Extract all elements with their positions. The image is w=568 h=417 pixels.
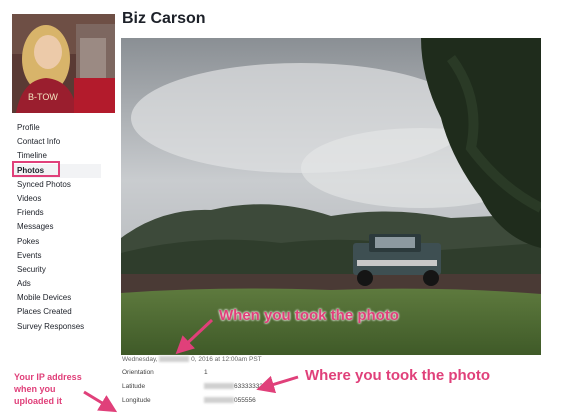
- sidebar-item-places-created[interactable]: Places Created: [17, 305, 109, 319]
- arrow-to-ip: [83, 390, 118, 413]
- redacted-date: [159, 356, 190, 363]
- svg-text:B-TOW: B-TOW: [28, 92, 58, 102]
- sidebar-item-synced-photos[interactable]: Synced Photos: [17, 178, 109, 192]
- arrow-to-location: [256, 375, 299, 394]
- annotation-ip-line-1: Your IP address: [14, 372, 82, 382]
- sidebar-item-mobile-devices[interactable]: Mobile Devices: [17, 291, 109, 305]
- latitude-value: 633333333: [234, 383, 267, 390]
- longitude-label: Longitude: [122, 397, 151, 404]
- profile-photo-image: B-TOW: [12, 14, 115, 113]
- redacted-longitude: [204, 397, 234, 404]
- annotation-where-taken: Where you took the photo: [305, 367, 490, 384]
- sidebar-item-security[interactable]: Security: [17, 263, 109, 277]
- orientation-label: Orientation: [122, 369, 154, 376]
- sidebar-item-friends[interactable]: Friends: [17, 206, 109, 220]
- latitude-value-wrap: 633333333: [204, 380, 267, 394]
- photo-date-prefix: Wednesday,: [122, 356, 158, 363]
- sidebar-item-contact-info[interactable]: Contact Info: [17, 135, 109, 149]
- sidebar-nav: Profile Contact Info Timeline Photos Syn…: [13, 121, 109, 334]
- photos-highlight-box: [12, 161, 60, 177]
- annotation-ip-address: Your IP address when you uploaded it: [14, 371, 82, 407]
- photo-date-suffix: 0, 2016 at 12:00am PST: [191, 356, 262, 363]
- annotation-ip-line-3: uploaded it: [14, 396, 62, 406]
- redacted-latitude: [204, 383, 234, 390]
- sidebar-item-profile[interactable]: Profile: [17, 121, 109, 135]
- latitude-label: Latitude: [122, 383, 146, 390]
- sidebar-item-videos[interactable]: Videos: [17, 192, 109, 206]
- annotation-when-taken: When you took the photo: [219, 307, 399, 324]
- profile-picture[interactable]: B-TOW: [12, 14, 115, 113]
- photo-date: Wednesday, 0, 2016 at 12:00am PST: [122, 356, 262, 363]
- longitude-value-wrap: 055556: [204, 394, 256, 408]
- sidebar-item-events[interactable]: Events: [17, 249, 109, 263]
- annotation-ip-line-2: when you: [14, 384, 56, 394]
- sidebar-item-messages[interactable]: Messages: [17, 220, 109, 234]
- longitude-value: 055556: [234, 397, 256, 404]
- sidebar-item-pokes[interactable]: Pokes: [17, 235, 109, 249]
- sidebar-item-survey-responses[interactable]: Survey Responses: [17, 320, 109, 334]
- orientation-value: 1: [204, 369, 208, 376]
- sidebar-item-ads[interactable]: Ads: [17, 277, 109, 291]
- profile-name: Biz Carson: [122, 10, 206, 27]
